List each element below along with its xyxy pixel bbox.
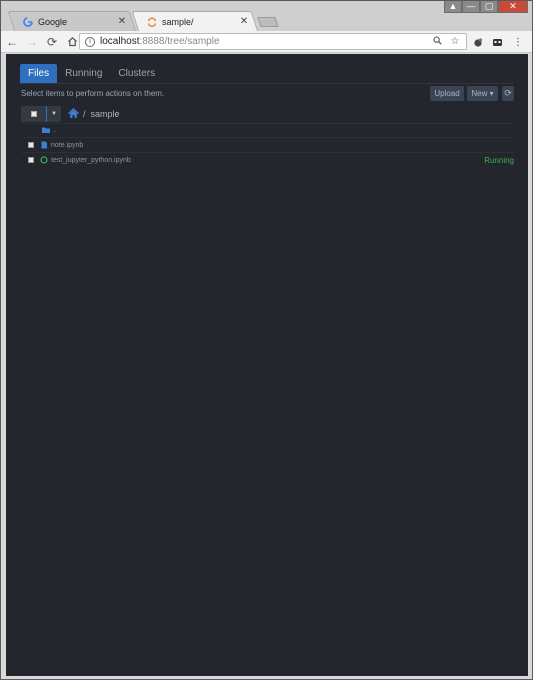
refresh-icon[interactable]: ⟳ bbox=[502, 86, 514, 101]
list-item[interactable]: note.ipynb bbox=[21, 138, 514, 152]
item-name[interactable]: note.ipynb bbox=[51, 142, 514, 149]
caret-down-icon[interactable]: ▼ bbox=[47, 106, 61, 122]
upload-button[interactable]: Upload bbox=[430, 86, 464, 101]
forward-icon[interactable]: → bbox=[23, 33, 41, 51]
tab-title: sample/ bbox=[162, 16, 194, 27]
running-status: Running bbox=[484, 155, 514, 165]
folder-icon bbox=[42, 126, 50, 134]
list-item[interactable]: test_jupyter_python.ipynb Running bbox=[21, 153, 514, 167]
tab-running[interactable]: Running bbox=[57, 64, 110, 83]
window-controls: ▲ — ▢ ✕ bbox=[444, 1, 528, 13]
tab-clusters[interactable]: Clusters bbox=[110, 64, 163, 83]
tab-sample[interactable]: sample/ ✕ bbox=[131, 11, 259, 32]
close-tab-icon[interactable]: ✕ bbox=[239, 16, 249, 27]
tab-google[interactable]: Google ✕ bbox=[7, 11, 137, 32]
extension-2-icon[interactable] bbox=[490, 35, 504, 49]
notebook-icon bbox=[40, 141, 48, 149]
tab-files[interactable]: Files bbox=[20, 64, 58, 83]
selection-hint: Select items to perform actions on them. bbox=[21, 89, 165, 98]
tab-title: Google bbox=[38, 16, 68, 27]
jupyter-icon bbox=[147, 17, 157, 27]
url-host: localhost bbox=[100, 36, 140, 47]
close-window-button[interactable]: ✕ bbox=[498, 1, 528, 13]
tab-strip: Google ✕ sample/ ✕ ▲ — ▢ ✕ bbox=[1, 1, 532, 32]
item-name[interactable]: test_jupyter_python.ipynb bbox=[51, 157, 484, 164]
new-tab-button[interactable] bbox=[257, 17, 279, 27]
address-bar[interactable]: i localhost :8888/tree/sample ☆ bbox=[79, 33, 467, 50]
browser-toolbar: ← → ⟳ i localhost :8888/tree/sample ☆ ⋮ bbox=[1, 31, 532, 53]
breadcrumb: / sample bbox=[68, 108, 120, 119]
reload-icon[interactable]: ⟳ bbox=[43, 33, 61, 51]
select-all-checkbox[interactable] bbox=[30, 111, 37, 117]
breadcrumb-separator: / bbox=[83, 108, 86, 119]
jupyter-page: Files Running Clusters Select items to p… bbox=[6, 54, 528, 676]
list-item[interactable]: .. bbox=[21, 123, 514, 137]
tabs-divider bbox=[20, 83, 514, 84]
close-tab-icon[interactable]: ✕ bbox=[117, 16, 127, 27]
user-icon[interactable]: ▲ bbox=[444, 1, 462, 13]
item-checkbox[interactable] bbox=[28, 157, 34, 163]
info-icon[interactable]: i bbox=[85, 36, 95, 47]
jupyter-tabs: Files Running Clusters bbox=[20, 64, 163, 83]
extension-icon[interactable] bbox=[471, 35, 485, 49]
new-button[interactable]: New ▾ bbox=[467, 86, 498, 101]
zoom-icon[interactable] bbox=[430, 35, 444, 48]
back-icon[interactable]: ← bbox=[3, 33, 21, 51]
bookmark-star-icon[interactable]: ☆ bbox=[448, 36, 462, 47]
browser-window: Google ✕ sample/ ✕ ▲ — ▢ ✕ ← → ⟳ i local… bbox=[0, 0, 533, 680]
select-all-dropdown[interactable]: ▼ bbox=[21, 106, 61, 122]
home-icon[interactable] bbox=[68, 108, 79, 119]
item-name[interactable]: .. bbox=[53, 127, 514, 134]
breadcrumb-folder[interactable]: sample bbox=[91, 109, 120, 119]
menu-icon[interactable]: ⋮ bbox=[511, 35, 525, 49]
item-checkbox[interactable] bbox=[28, 142, 34, 148]
google-icon bbox=[23, 16, 33, 27]
maximize-button[interactable]: ▢ bbox=[480, 1, 498, 13]
minimize-button[interactable]: — bbox=[462, 1, 480, 13]
running-notebook-icon bbox=[40, 156, 48, 164]
url-path: :8888/tree/sample bbox=[139, 36, 220, 47]
